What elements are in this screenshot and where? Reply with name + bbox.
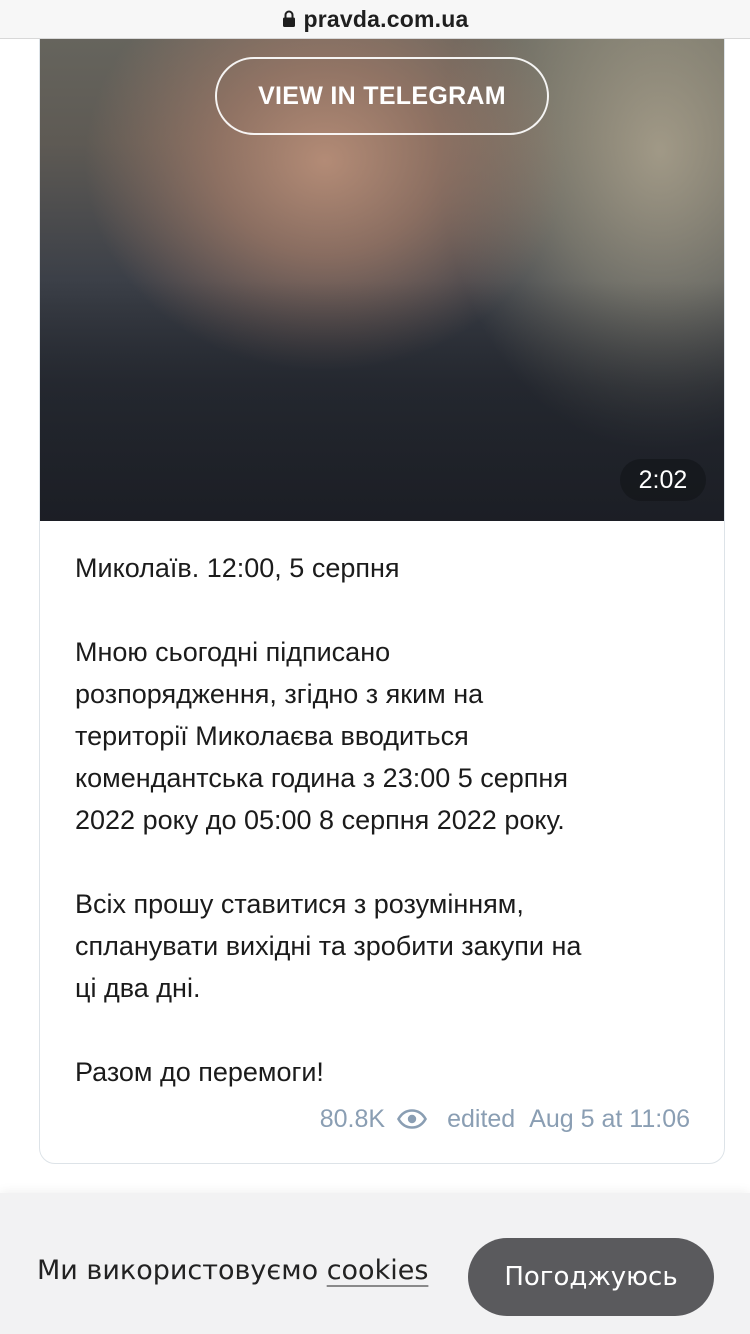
edited-label: edited: [447, 1104, 516, 1133]
view-in-telegram-button[interactable]: VIEW IN TELEGRAM: [215, 57, 549, 135]
video-duration-badge: 2:02: [620, 459, 706, 501]
post-meta: 80.8K edited Aug 5 at 11:06: [320, 1099, 690, 1139]
post-paragraph: Разом до перемоги!: [75, 1057, 324, 1087]
post-text: Миколаїв. 12:00, 5 серпня Мною сьогодні …: [75, 547, 695, 1093]
lock-icon: [282, 10, 295, 27]
cookies-link[interactable]: cookies: [327, 1255, 429, 1286]
post-paragraph: Всіх прошу ставитися з розумінням, сплан…: [75, 889, 582, 1003]
post-paragraph: Миколаїв. 12:00, 5 серпня: [75, 553, 400, 583]
accept-cookies-button[interactable]: Погоджуюсь: [468, 1238, 714, 1316]
post-timestamp[interactable]: Aug 5 at 11:06: [529, 1105, 690, 1134]
page: pravda.com.ua VIEW IN TELEGRAM 2:02 Мико…: [0, 0, 750, 1334]
url-host: pravda.com.ua: [303, 5, 469, 32]
telegram-post-card: VIEW IN TELEGRAM 2:02 Миколаїв. 12:00, 5…: [39, 0, 725, 1164]
video-thumbnail[interactable]: VIEW IN TELEGRAM 2:02: [40, 0, 724, 521]
eye-icon: [397, 1109, 428, 1129]
cookie-message: Ми використовуємо cookies: [37, 1255, 428, 1286]
views-count: 80.8K: [319, 1104, 386, 1133]
address-bar[interactable]: pravda.com.ua: [0, 0, 750, 39]
cookie-banner: Ми використовуємо cookies Погоджуюсь: [0, 1193, 750, 1334]
cookie-message-text: Ми використовуємо: [37, 1255, 319, 1286]
post-paragraph: Мною сьогодні підписано розпорядження, з…: [75, 637, 568, 835]
